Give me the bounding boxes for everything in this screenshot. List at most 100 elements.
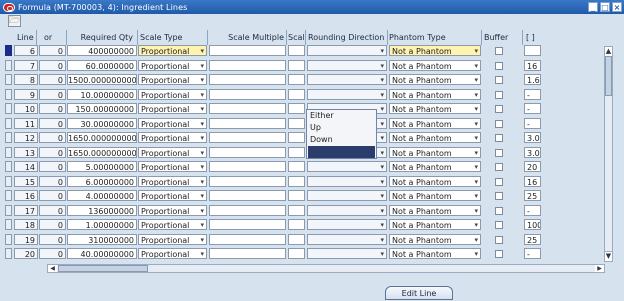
cell-scale-multiple[interactable] (209, 45, 286, 56)
cell-required-qty[interactable]: 310000000 (67, 234, 137, 245)
cell-extra[interactable]: 16 (524, 60, 541, 71)
buffer-checkbox[interactable] (495, 221, 503, 229)
cell-required-qty[interactable]: 136000000 (67, 205, 137, 216)
row-selector[interactable] (5, 161, 12, 172)
cell-scale-multiple[interactable] (209, 205, 286, 216)
restore-button[interactable]: □ (600, 2, 610, 12)
cell-line[interactable]: 12 (14, 132, 38, 143)
row-selector[interactable] (5, 190, 12, 201)
row-selector[interactable] (5, 248, 12, 259)
cell-required-qty[interactable]: 4.00000000 (67, 190, 137, 201)
buffer-checkbox[interactable] (495, 149, 503, 157)
cell-scale-multiple[interactable] (209, 161, 286, 172)
cell-phantom-type[interactable]: Not a Phantom (389, 147, 481, 158)
cell-line[interactable]: 6 (14, 45, 38, 56)
horizontal-scrollbar[interactable]: ◀ ▶ (47, 264, 605, 273)
cell-rounding-direction[interactable] (307, 60, 387, 71)
cell-or[interactable]: 0 (39, 132, 66, 143)
cell-scal[interactable] (288, 132, 305, 143)
cell-rounding-direction[interactable] (307, 161, 387, 172)
vertical-scroll-thumb[interactable] (605, 56, 612, 96)
buffer-checkbox[interactable] (495, 62, 503, 70)
column-header-phantom-type[interactable]: Phantom Type (387, 31, 481, 44)
buffer-checkbox[interactable] (495, 120, 503, 128)
scroll-down-icon[interactable]: ▼ (605, 251, 612, 261)
row-selector[interactable] (5, 60, 12, 71)
cell-or[interactable]: 0 (39, 234, 66, 245)
cell-extra[interactable]: 1.6 (524, 74, 541, 85)
cell-required-qty[interactable]: 6.00000000 (67, 176, 137, 187)
cell-phantom-type[interactable]: Not a Phantom (389, 190, 481, 201)
cell-phantom-type[interactable]: Not a Phantom (389, 74, 481, 85)
cell-or[interactable]: 0 (39, 248, 66, 259)
cell-line[interactable]: 10 (14, 103, 38, 114)
scroll-right-icon[interactable]: ▶ (595, 265, 604, 272)
column-header-scale-multiple[interactable]: Scale Multiple (208, 31, 287, 44)
cell-scale-multiple[interactable] (209, 234, 286, 245)
column-header-required-qty[interactable]: Required Qty (68, 31, 136, 44)
cell-or[interactable]: 0 (39, 45, 66, 56)
cell-required-qty[interactable]: 1500.000000000 (67, 74, 137, 85)
cell-scale-multiple[interactable] (209, 74, 286, 85)
cell-phantom-type[interactable]: Not a Phantom (389, 219, 481, 230)
cell-required-qty[interactable]: 1650.000000000 (67, 132, 137, 143)
cell-extra[interactable]: 25 (524, 234, 541, 245)
row-selector[interactable] (5, 103, 12, 114)
cell-extra[interactable]: 16 (524, 176, 541, 187)
cell-phantom-type[interactable]: Not a Phantom (389, 60, 481, 71)
folder-open-icon[interactable]: 🗁 (8, 15, 21, 27)
cell-scal[interactable] (288, 176, 305, 187)
cell-line[interactable]: 20 (14, 248, 38, 259)
cell-line[interactable]: 7 (14, 60, 38, 71)
buffer-checkbox[interactable] (495, 236, 503, 244)
row-selector[interactable] (5, 45, 12, 56)
cell-rounding-direction[interactable] (307, 74, 387, 85)
rounding-option-either[interactable]: Either (307, 110, 376, 122)
cell-line[interactable]: 15 (14, 176, 38, 187)
column-header-rounding-direction[interactable]: Rounding Direction (305, 31, 387, 44)
cell-or[interactable]: 0 (39, 147, 66, 158)
minimize-button[interactable]: _ (588, 2, 598, 12)
cell-scal[interactable] (288, 248, 305, 259)
cell-extra[interactable]: 3.0 (524, 132, 541, 143)
horizontal-scroll-thumb[interactable] (58, 265, 148, 272)
cell-scale-multiple[interactable] (209, 118, 286, 129)
cell-rounding-direction[interactable] (307, 190, 387, 201)
cell-scal[interactable] (288, 161, 305, 172)
cell-scal[interactable] (288, 147, 305, 158)
cell-required-qty[interactable]: 150.00000000 (67, 103, 137, 114)
cell-extra[interactable] (524, 45, 541, 56)
cell-extra[interactable]: 100 (524, 219, 541, 230)
cell-extra[interactable]: 3.0 (524, 147, 541, 158)
cell-rounding-direction[interactable] (307, 205, 387, 216)
cell-scale-multiple[interactable] (209, 89, 286, 100)
row-selector[interactable] (5, 132, 12, 143)
cell-scal[interactable] (288, 89, 305, 100)
row-selector[interactable] (5, 89, 12, 100)
cell-line[interactable]: 17 (14, 205, 38, 216)
cell-scal[interactable] (288, 103, 305, 114)
column-header-scale-type[interactable]: Scale Type (137, 31, 207, 44)
cell-rounding-direction[interactable] (307, 176, 387, 187)
cell-scale-type[interactable]: Proportional (138, 60, 207, 71)
cell-scale-multiple[interactable] (209, 219, 286, 230)
cell-phantom-type[interactable]: Not a Phantom (389, 161, 481, 172)
scroll-left-icon[interactable]: ◀ (48, 265, 57, 272)
cell-scal[interactable] (288, 45, 305, 56)
buffer-checkbox[interactable] (495, 76, 503, 84)
cell-line[interactable]: 19 (14, 234, 38, 245)
cell-or[interactable]: 0 (39, 205, 66, 216)
buffer-checkbox[interactable] (495, 163, 503, 171)
cell-scale-type[interactable]: Proportional (138, 234, 207, 245)
cell-extra[interactable]: 20 (524, 161, 541, 172)
cell-required-qty[interactable]: 5.00000000 (67, 161, 137, 172)
cell-scal[interactable] (288, 219, 305, 230)
cell-scale-type[interactable]: Proportional (138, 103, 207, 114)
row-selector[interactable] (5, 118, 12, 129)
cell-or[interactable]: 0 (39, 60, 66, 71)
cell-scale-type[interactable]: Proportional (138, 176, 207, 187)
cell-scal[interactable] (288, 74, 305, 85)
cell-phantom-type[interactable]: Not a Phantom (389, 45, 481, 56)
cell-rounding-direction[interactable] (307, 234, 387, 245)
cell-scal[interactable] (288, 118, 305, 129)
